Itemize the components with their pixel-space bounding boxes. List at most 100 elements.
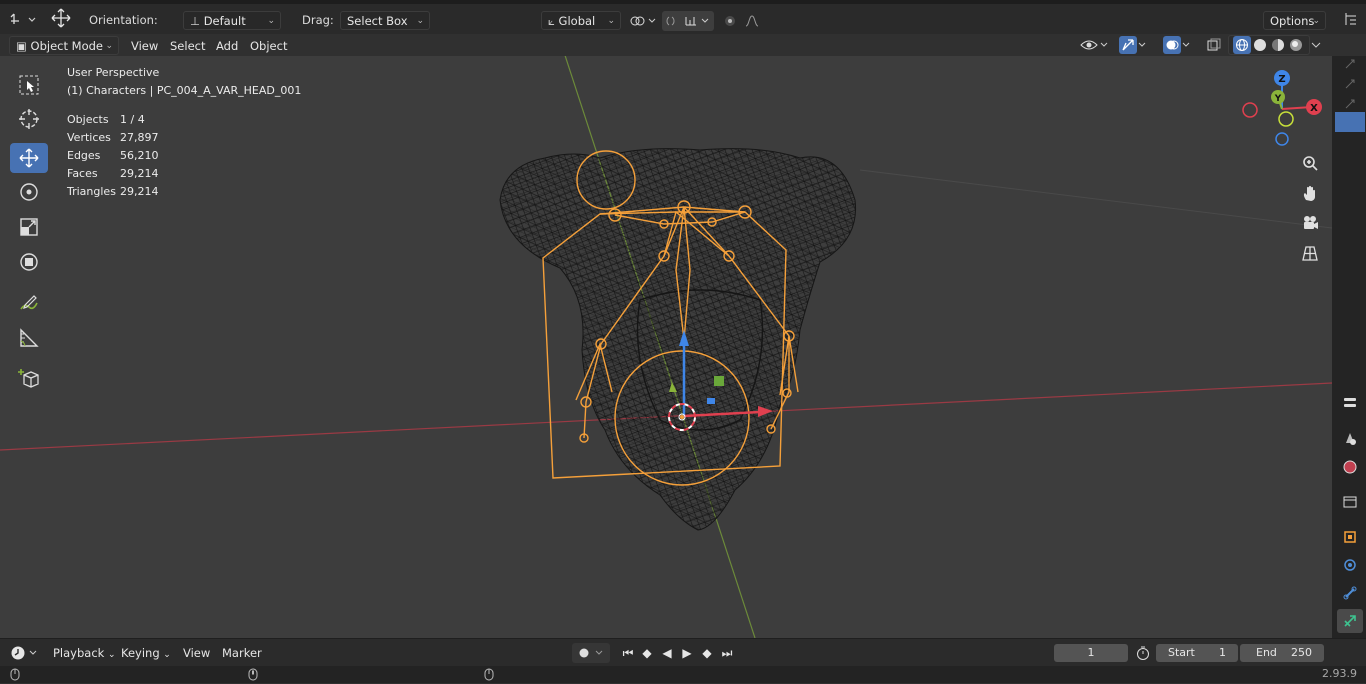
outliner-icon[interactable] [1338, 9, 1364, 29]
menu-marker[interactable]: Marker [217, 645, 267, 661]
perspective-toggle-icon[interactable] [1297, 240, 1323, 266]
overlays-button[interactable] [1158, 35, 1198, 55]
jump-start-icon[interactable]: ⏮ [619, 644, 637, 662]
stats-value: 29,214 [120, 185, 159, 198]
stats-value: 27,897 [120, 131, 159, 144]
active-tab-indicator[interactable] [1335, 112, 1365, 132]
camera-view-icon[interactable] [1297, 210, 1323, 236]
tool-properties-icon[interactable] [1337, 391, 1363, 415]
gizmo-y-label: Y [1274, 94, 1282, 104]
world-properties-icon[interactable] [1337, 455, 1363, 479]
grid-line [859, 169, 1332, 229]
start-frame-value: 1 [1219, 646, 1226, 659]
object-mode-dropdown[interactable]: ▣ Object Mode ⌄ [9, 36, 119, 55]
clock-icon [11, 646, 37, 660]
gizmo-neg-y[interactable] [1278, 111, 1294, 127]
stats-value: 56,210 [120, 149, 159, 162]
version-label: 2.93.9 [1322, 667, 1357, 680]
rotate-icon [20, 183, 38, 201]
orientation-value: Default [203, 14, 246, 28]
record-icon [579, 648, 603, 658]
transform-orientation-dropdown[interactable]: ⟀ Global ⌄ [541, 11, 621, 30]
measure-tool[interactable] [10, 323, 48, 353]
chevron-down-icon: ⌄ [416, 16, 424, 26]
scale-tool[interactable] [10, 212, 48, 242]
auto-keying-button[interactable] [572, 643, 610, 663]
viewport-header: Orientation: ⊥ Default ⌄ Drag: Select Box… [0, 4, 1366, 34]
pan-hand-icon[interactable] [1297, 180, 1323, 206]
stopwatch-icon[interactable] [1133, 643, 1153, 663]
end-frame-value: 250 [1291, 646, 1312, 659]
gizmo-neg-z[interactable] [1275, 132, 1289, 146]
measure-ruler-icon [20, 328, 39, 347]
physics-properties-icon[interactable] [1337, 553, 1363, 577]
gizmo-z-label: Z [1278, 74, 1285, 85]
pivot-point-button[interactable] [626, 11, 658, 31]
chevron-down-icon: ⌄ [1312, 16, 1320, 26]
stats-label: Edges [67, 149, 101, 162]
render-properties-icon[interactable] [1337, 426, 1363, 450]
gizmo-arrows-icon [1119, 36, 1137, 54]
menu-timeline-view[interactable]: View [178, 645, 215, 661]
stats-label: Objects [67, 113, 109, 126]
annotate-tool[interactable] [10, 288, 48, 318]
3d-viewport[interactable]: User Perspective (1) Characters | PC_004… [0, 56, 1332, 638]
add-cube-icon [18, 369, 39, 388]
menu-view[interactable]: View [126, 38, 163, 54]
rotate-tool[interactable] [10, 177, 48, 207]
menu-keying[interactable]: Keying ⌄ [116, 645, 176, 661]
rendered-shading-icon[interactable] [1287, 36, 1305, 54]
object-properties-icon[interactable] [1337, 525, 1363, 549]
axis-gizmo-icon [10, 13, 36, 24]
select-box-tool[interactable] [10, 70, 48, 100]
snap-button[interactable] [662, 11, 714, 31]
start-frame-field[interactable]: Start 1 [1156, 644, 1238, 662]
prev-keyframe-icon[interactable]: ◆ [638, 644, 656, 662]
stats-triangles: Triangles 29,214 [67, 183, 159, 201]
constraint-properties-icon[interactable] [1337, 581, 1363, 605]
transform-pivot-icon[interactable] [48, 8, 74, 28]
visibility-button[interactable] [1078, 35, 1110, 55]
solid-shading-icon[interactable] [1251, 36, 1269, 54]
timeline-editor-type-button[interactable] [8, 643, 40, 663]
mouse-right-icon [484, 668, 494, 684]
armature-data-icon[interactable] [1337, 609, 1363, 633]
add-cube-tool[interactable] [10, 363, 48, 393]
menu-playback[interactable]: Playback ⌄ [48, 645, 121, 661]
orientation-dropdown[interactable]: ⊥ Default ⌄ [183, 11, 281, 30]
menu-select[interactable]: Select [165, 38, 210, 54]
play-reverse-icon[interactable]: ◀ [658, 644, 676, 662]
wireframe-shading-icon[interactable] [1233, 36, 1251, 54]
menu-add[interactable]: Add [211, 38, 243, 54]
gizmo-toggle-button[interactable] [1114, 35, 1154, 55]
stats-faces: Faces 29,214 [67, 165, 159, 183]
zoom-icon[interactable] [1297, 150, 1323, 176]
play-icon[interactable]: ▶ [678, 644, 696, 662]
collection-properties-icon[interactable] [1337, 490, 1363, 514]
jump-end-icon[interactable]: ⏭ [718, 644, 736, 662]
editor-type-button[interactable] [6, 9, 40, 29]
options-label: Options [1270, 14, 1315, 28]
current-frame-field[interactable]: 1 [1054, 644, 1128, 662]
cursor-tool[interactable] [10, 104, 48, 134]
navigation-gizmo[interactable]: Z X Y [1238, 66, 1328, 156]
next-keyframe-icon[interactable]: ◆ [698, 644, 716, 662]
shading-options-chevron-icon[interactable] [1308, 35, 1324, 55]
eye-visibility-icon [1080, 40, 1108, 50]
options-dropdown[interactable]: Options ⌄ [1263, 11, 1326, 30]
select-box-icon [19, 75, 39, 95]
chevron-down-icon: ⌄ [607, 16, 615, 26]
chevron-down-icon: ⌄ [105, 41, 113, 51]
transform-tool[interactable] [10, 247, 48, 277]
end-frame-field[interactable]: End 250 [1240, 644, 1324, 662]
gizmo-neg-x[interactable] [1242, 102, 1258, 118]
start-frame-label: Start [1168, 646, 1195, 659]
drag-dropdown[interactable]: Select Box ⌄ [340, 11, 430, 30]
material-shading-icon[interactable] [1269, 36, 1287, 54]
xray-toggle-icon[interactable] [1203, 35, 1225, 55]
stats-edges: Edges 56,210 [67, 147, 159, 165]
move-tool[interactable] [10, 143, 48, 173]
drag-label: Drag: [302, 13, 334, 27]
proportional-editing-button[interactable] [718, 11, 768, 31]
menu-object[interactable]: Object [245, 38, 292, 54]
